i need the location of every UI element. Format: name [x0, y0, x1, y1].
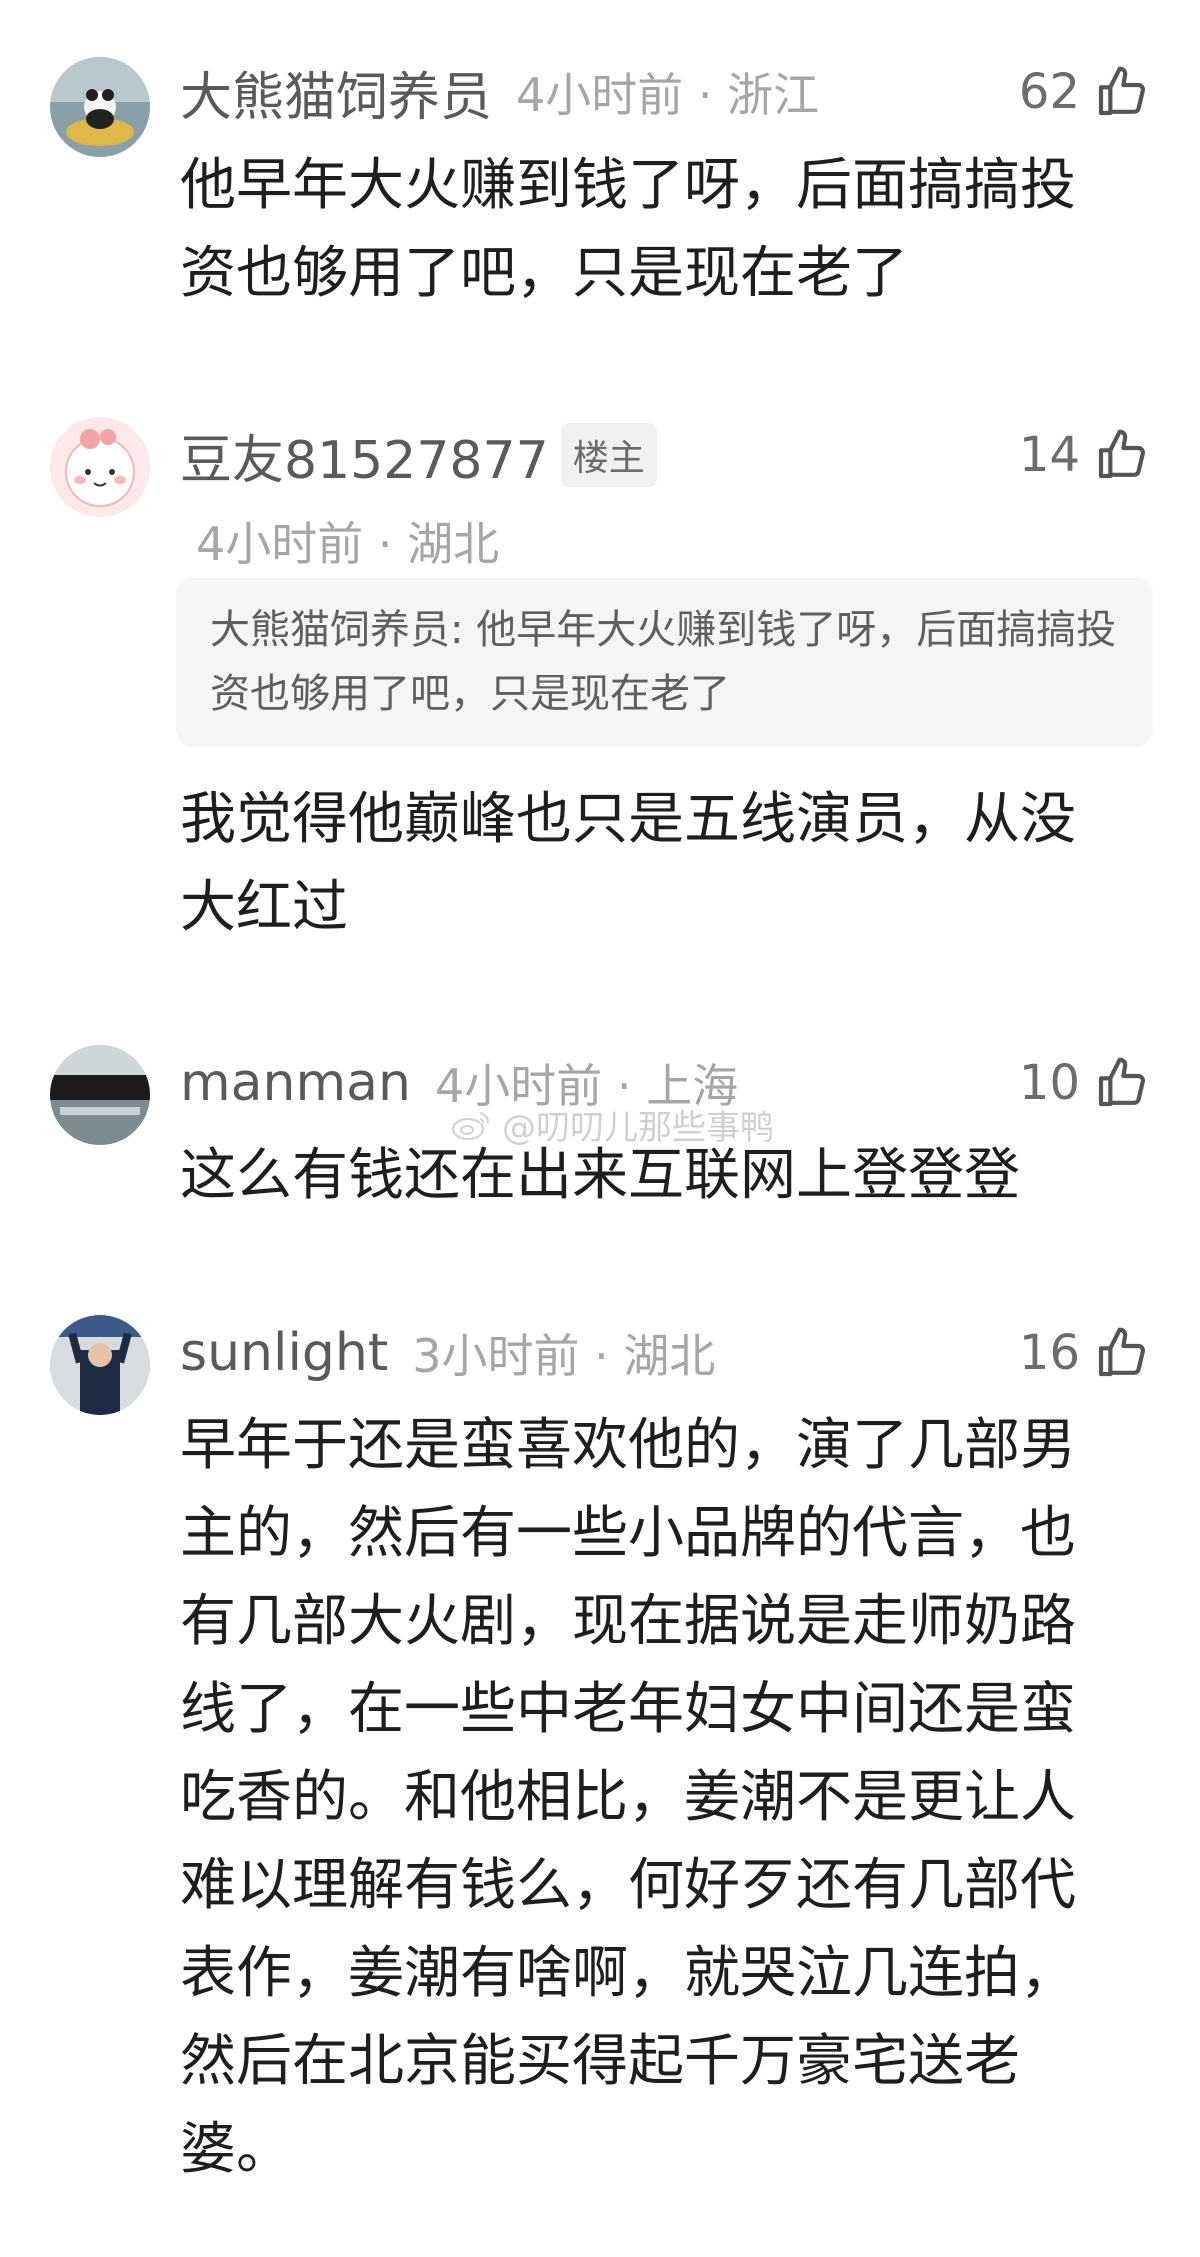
avatar[interactable] [50, 1315, 150, 1415]
comment-meta: 4小时前 · 湖北 [196, 517, 500, 571]
quoted-reply: 大熊猫饲养员: 他早年大火赚到钱了呀，后面搞搞投资也够用了吧，只是现在老了 [176, 578, 1153, 746]
thumbs-up-icon [1098, 429, 1145, 479]
comment-meta: 3小时前 · 湖北 [412, 1329, 716, 1383]
like-count: 62 [1018, 64, 1080, 120]
comment-text: 早年于还是蛮喜欢他的，演了几部男主的，然后有一些小品牌的代言，也有几部大火剧，现… [180, 1413, 1076, 2182]
like-count: 16 [1018, 1325, 1080, 1381]
watermark-text: @叨叨儿那些事鸭 [502, 1108, 774, 1148]
thumbs-up-icon [1098, 1057, 1145, 1107]
like-button[interactable]: 62 [1019, 62, 1150, 122]
comment-text: 他早年大火赚到钱了呀，后面搞搞投资也够用了吧，只是现在老了 [180, 153, 1076, 306]
like-button[interactable]: 10 [1019, 1053, 1150, 1113]
like-button[interactable]: 14 [1019, 425, 1150, 485]
like-count: 10 [1018, 1055, 1080, 1111]
watermark: @叨叨儿那些事鸭 [450, 1100, 774, 1149]
comment-meta: 4小时前 · 浙江 [516, 68, 820, 122]
username[interactable]: manman [180, 1053, 411, 1113]
weibo-icon [452, 1111, 489, 1140]
username[interactable]: 豆友81527877 [180, 418, 549, 493]
comment-text: 我觉得他巅峰也只是五线演员，从没大红过 [180, 787, 1076, 940]
thumbs-up-icon [1098, 66, 1145, 116]
username[interactable]: sunlight [180, 1323, 388, 1383]
like-count: 14 [1018, 427, 1080, 483]
username[interactable]: 大熊猫饲养员 [180, 55, 492, 130]
thumbs-up-icon [1098, 1327, 1145, 1377]
avatar[interactable] [50, 417, 150, 517]
avatar[interactable] [50, 1045, 150, 1145]
op-badge: 楼主 [560, 423, 657, 487]
avatar[interactable] [50, 57, 150, 157]
like-button[interactable]: 16 [1019, 1323, 1150, 1383]
